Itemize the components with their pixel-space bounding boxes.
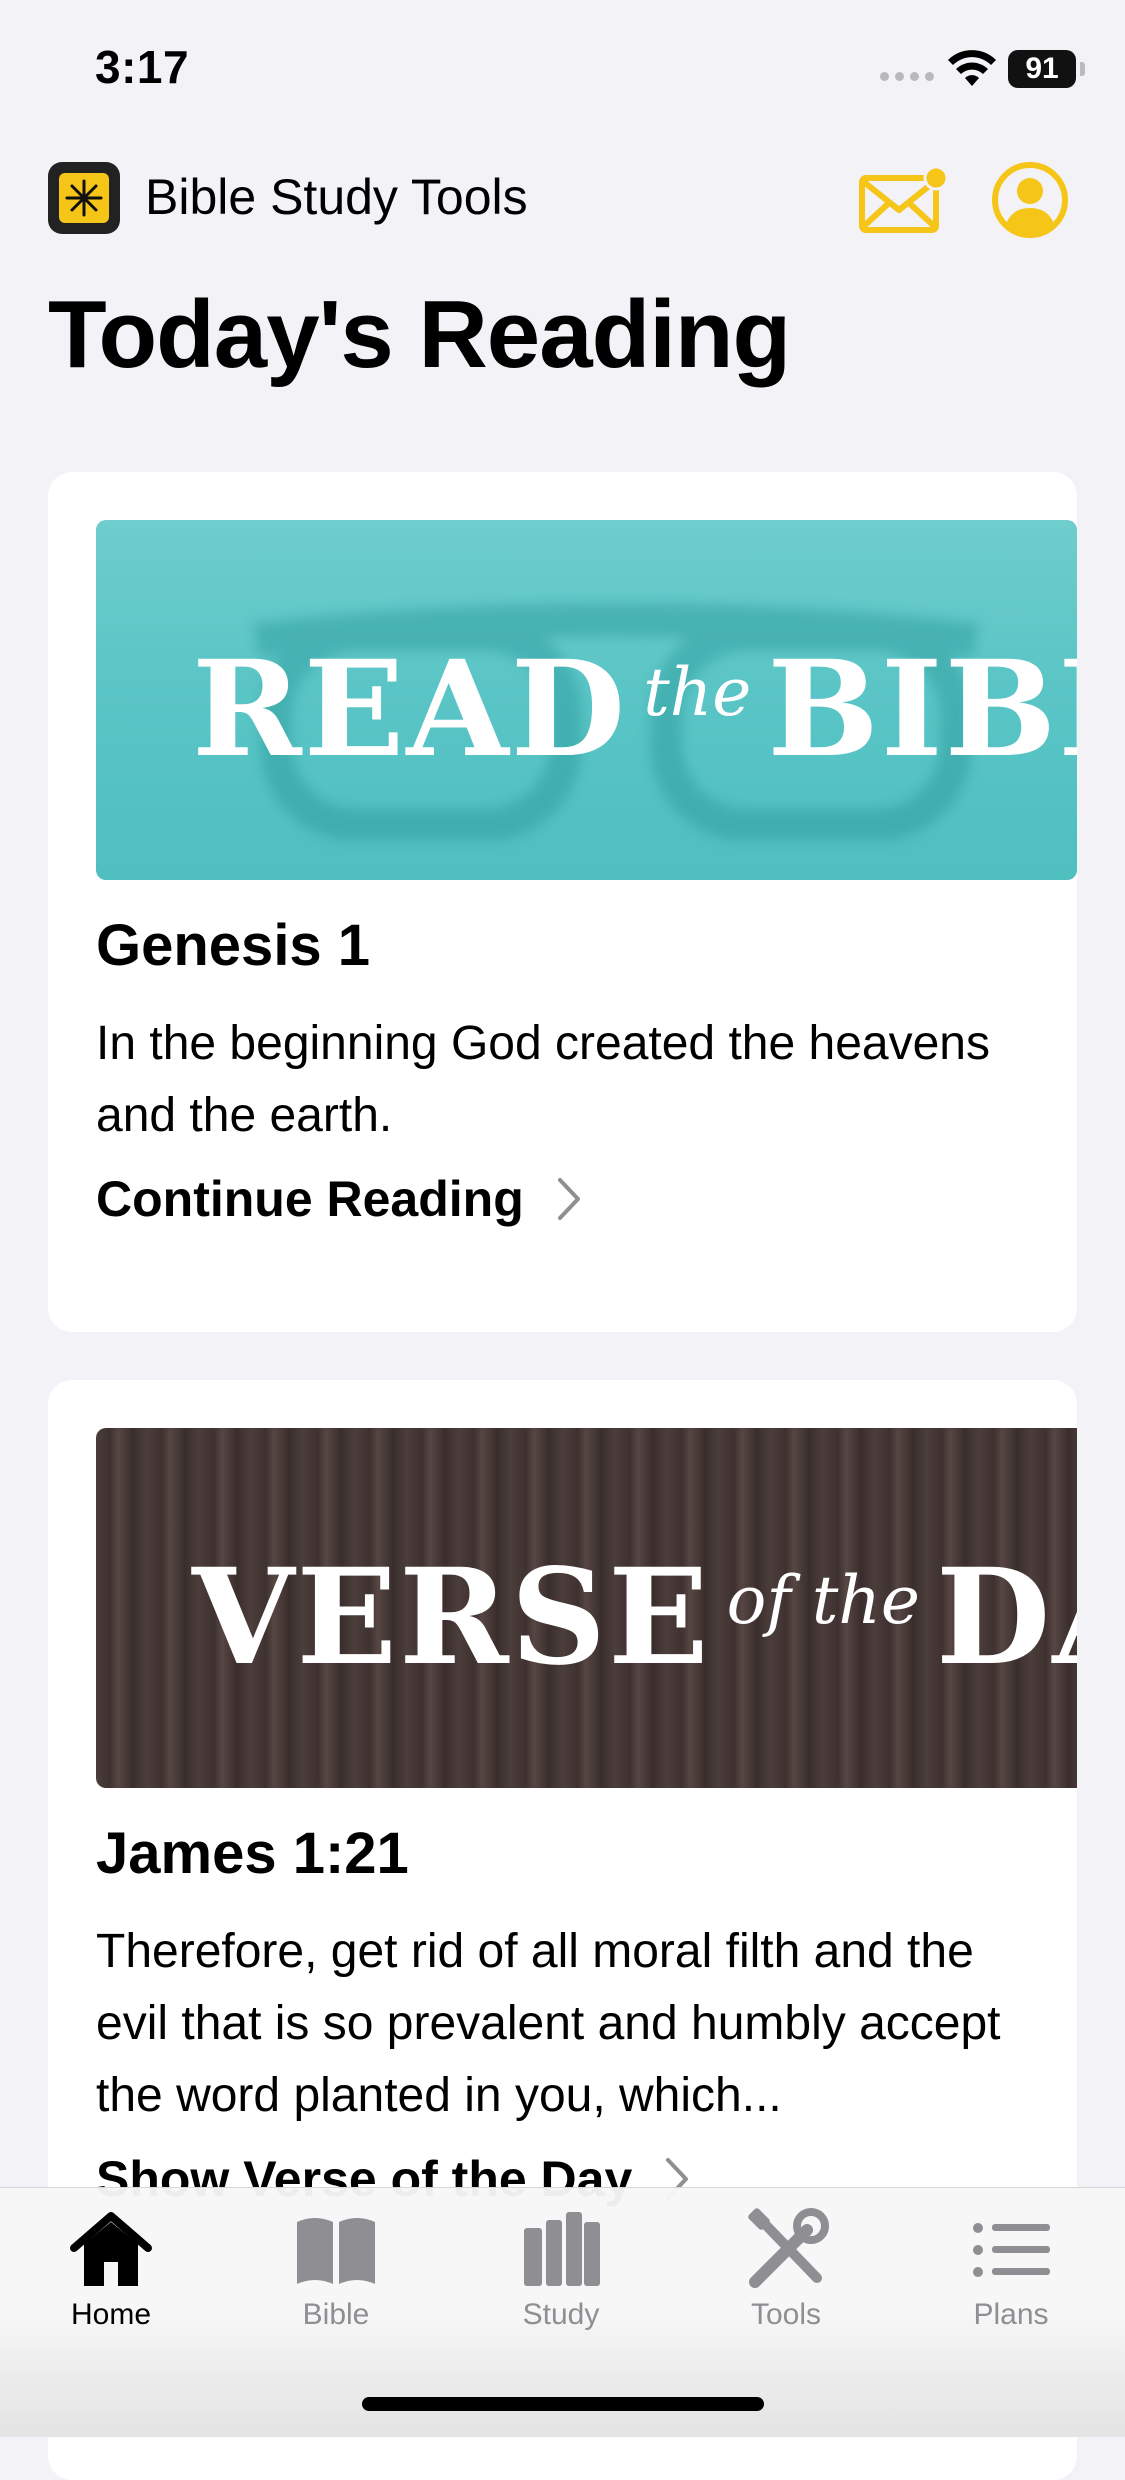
home-indicator bbox=[362, 2397, 764, 2411]
banner-text: READtheBIBLE bbox=[192, 632, 1077, 787]
link-label: Continue Reading bbox=[96, 1171, 524, 1227]
tab-bible[interactable]: Bible bbox=[246, 2208, 426, 2332]
mail-icon[interactable] bbox=[858, 164, 950, 236]
card-body: Therefore, get rid of all moral filth an… bbox=[96, 1925, 1001, 2122]
home-icon bbox=[70, 2212, 152, 2286]
bible-icon bbox=[297, 2218, 375, 2284]
tab-home[interactable]: Home bbox=[21, 2208, 201, 2332]
profile-icon[interactable] bbox=[990, 160, 1070, 240]
continue-reading-link[interactable]: Continue Reading bbox=[96, 1170, 582, 1228]
plans-icon bbox=[973, 2223, 1050, 2277]
cellular-signal-icon bbox=[880, 72, 934, 81]
tab-label: Bible bbox=[302, 2298, 370, 2331]
tab-label: Home bbox=[70, 2298, 152, 2331]
reading-card[interactable]: READtheBIBLE Genesis 1 In the beginning … bbox=[48, 472, 1077, 1332]
battery-tip bbox=[1080, 62, 1085, 76]
tab-label: Study bbox=[522, 2298, 600, 2331]
verse-of-the-day-banner: VERSEof theDAY bbox=[96, 1428, 1077, 1788]
status-bar: 3:17 91 bbox=[0, 0, 1125, 135]
tab-plans[interactable]: Plans bbox=[921, 2208, 1101, 2332]
card-reference: James 1:21 bbox=[96, 1821, 409, 1886]
tab-study[interactable]: Study bbox=[471, 2208, 651, 2332]
starburst-icon bbox=[59, 173, 109, 223]
tab-label: Tools bbox=[750, 2298, 822, 2331]
app-logo bbox=[48, 162, 120, 234]
status-time: 3:17 bbox=[95, 41, 190, 93]
banner-text: VERSEof theDAY bbox=[192, 1540, 1077, 1695]
tab-label: Plans bbox=[973, 2298, 1049, 2331]
tools-icon bbox=[748, 2208, 829, 2288]
tab-tools[interactable]: Tools bbox=[696, 2208, 876, 2332]
card-body: In the beginning God created the heavens… bbox=[96, 1017, 990, 1142]
app-title: Bible Study Tools bbox=[145, 169, 528, 225]
card-reference: Genesis 1 bbox=[96, 913, 371, 978]
battery-icon: 91 bbox=[1008, 50, 1076, 88]
chevron-right-icon bbox=[557, 1178, 580, 1220]
study-icon bbox=[524, 2212, 600, 2286]
wifi-icon bbox=[948, 50, 996, 86]
read-the-bible-banner: READtheBIBLE bbox=[96, 520, 1077, 880]
page-title: Today's Reading bbox=[48, 281, 791, 388]
